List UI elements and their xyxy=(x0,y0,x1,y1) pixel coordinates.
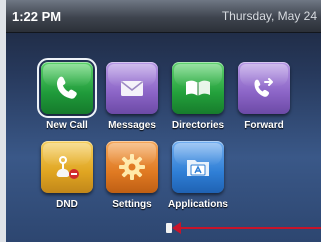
applications-button[interactable]: Applications xyxy=(159,141,237,223)
status-bar: 1:22 PM Thursday, May 24 xyxy=(6,0,321,33)
messages-tile xyxy=(106,62,158,114)
forward-label: Forward xyxy=(244,120,284,131)
settings-tile xyxy=(106,141,158,193)
phone-screen: 1:22 PM Thursday, May 24 New Call Messag… xyxy=(6,0,321,242)
envelope-icon xyxy=(121,81,143,96)
dnd-tile xyxy=(41,141,93,193)
slider-handle[interactable] xyxy=(166,223,172,233)
page-slider[interactable] xyxy=(166,221,321,234)
gear-icon xyxy=(119,154,145,180)
applications-tile xyxy=(172,141,224,193)
call-forward-icon xyxy=(254,78,273,97)
forward-button[interactable]: Forward xyxy=(225,62,303,144)
clock-time: 1:22 PM xyxy=(12,9,62,24)
forward-tile xyxy=(238,62,290,114)
folder-applications-icon xyxy=(187,160,209,176)
new-call-tile xyxy=(37,58,97,118)
open-book-icon xyxy=(186,80,210,96)
do-not-disturb-icon xyxy=(56,156,79,179)
phone-handset-icon xyxy=(56,76,77,99)
slider-track xyxy=(174,227,321,229)
clock-date: Thursday, May 24 xyxy=(221,9,317,23)
applications-label: Applications xyxy=(167,199,228,210)
directories-tile xyxy=(172,62,224,114)
